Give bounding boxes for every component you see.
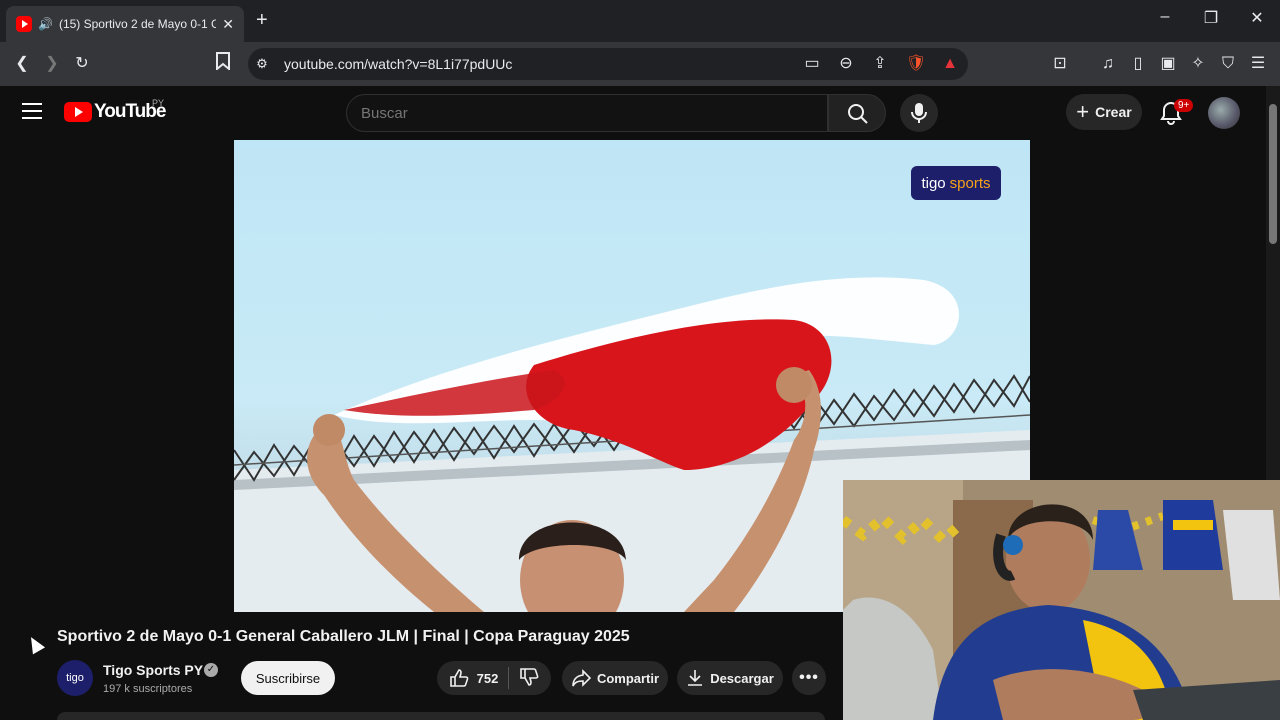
search-button[interactable] [828, 94, 886, 132]
verified-icon: ✓ [204, 663, 218, 677]
mouse-cursor-icon [24, 633, 46, 655]
microphone-icon [911, 103, 927, 123]
notification-badge: 9+ [1174, 99, 1194, 112]
youtube-logo-icon[interactable] [64, 102, 92, 122]
zoom-icon[interactable]: ⊖ [834, 52, 858, 76]
leo-ai-icon[interactable]: ✧ [1186, 52, 1210, 76]
brave-rewards-icon[interactable]: ▲ [938, 52, 962, 76]
more-icon: ••• [799, 669, 819, 686]
watermark-brand: tigo [921, 174, 946, 192]
download-button[interactable]: Descargar [677, 661, 783, 695]
share-icon [572, 669, 591, 687]
back-icon[interactable]: ❮ [10, 52, 34, 76]
screenshot-icon[interactable]: ⊡ [1048, 52, 1072, 76]
create-label: Crear [1095, 104, 1132, 120]
site-settings-icon[interactable]: ⚙ [250, 52, 274, 76]
media-icon[interactable]: ♫ [1096, 52, 1120, 76]
thumbs-up-icon [449, 669, 469, 687]
create-button[interactable]: + Crear [1066, 94, 1142, 130]
reload-icon[interactable]: ↻ [70, 52, 94, 76]
browser-tab[interactable]: 🔊 (15) Sportivo 2 de Mayo 0-1 G ✕ [6, 6, 244, 42]
like-divider [508, 667, 510, 689]
tigo-sports-watermark: tigo sports [911, 166, 1001, 200]
webcam-overlay [843, 480, 1280, 720]
sidebar-icon[interactable]: ▯ [1126, 52, 1150, 76]
forward-icon[interactable]: ❯ [40, 52, 64, 76]
scrollbar-thumb[interactable] [1269, 104, 1277, 244]
download-icon [688, 670, 703, 686]
like-button[interactable]: 752 [449, 668, 499, 688]
download-label: Descargar [710, 670, 774, 686]
account-avatar[interactable] [1208, 97, 1240, 129]
url-text[interactable]: youtube.com/watch?v=8L1i77pdUUc [284, 56, 512, 72]
close-window-icon[interactable]: ✕ [1242, 8, 1272, 28]
browser-menu-icon[interactable]: ☰ [1246, 52, 1270, 76]
watermark-sub: sports [949, 174, 991, 192]
cast-icon[interactable]: ▭ [800, 52, 824, 76]
hamburger-menu-icon[interactable] [22, 103, 42, 124]
subscriber-count: 197 k suscriptores [103, 683, 193, 695]
search-input[interactable] [346, 94, 828, 132]
webcam-frame [843, 480, 1280, 720]
close-tab-icon[interactable]: ✕ [222, 16, 234, 33]
share-label: Compartir [596, 670, 660, 686]
plus-icon: + [1076, 99, 1090, 124]
channel-name[interactable]: Tigo Sports PY [103, 662, 203, 678]
youtube-favicon-icon [16, 16, 32, 32]
restore-icon[interactable]: ❐ [1196, 8, 1226, 28]
vpn-icon[interactable]: ⛉ [1216, 52, 1240, 76]
description-box[interactable] [57, 712, 825, 720]
video-title: Sportivo 2 de Mayo 0-1 General Caballero… [57, 628, 630, 645]
share-page-icon[interactable]: ⇪ [868, 52, 892, 76]
channel-avatar-text: tigo [66, 672, 84, 684]
search-icon [848, 104, 868, 124]
like-count: 752 [476, 670, 499, 686]
wallet-icon[interactable]: ▣ [1156, 52, 1180, 76]
brave-shield-icon[interactable]: 🛡 [904, 52, 928, 76]
more-actions-button[interactable]: ••• [792, 661, 826, 695]
bookmark-icon[interactable] [211, 52, 235, 76]
tab-title: (15) Sportivo 2 de Mayo 0-1 G [58, 17, 217, 31]
speaker-icon[interactable]: 🔊 [38, 17, 53, 31]
thumbs-down-icon [520, 667, 539, 686]
dislike-button[interactable] [519, 667, 539, 690]
minimize-icon[interactable]: – [1150, 8, 1180, 26]
voice-search-button[interactable] [900, 94, 938, 132]
subscribe-button[interactable]: Suscribirse [241, 661, 335, 695]
country-code: PY [152, 98, 165, 108]
channel-avatar[interactable]: tigo [57, 660, 93, 696]
new-tab-icon[interactable]: + [256, 9, 268, 32]
share-button[interactable]: Compartir [562, 661, 668, 695]
like-dislike-group: 752 [437, 661, 551, 695]
